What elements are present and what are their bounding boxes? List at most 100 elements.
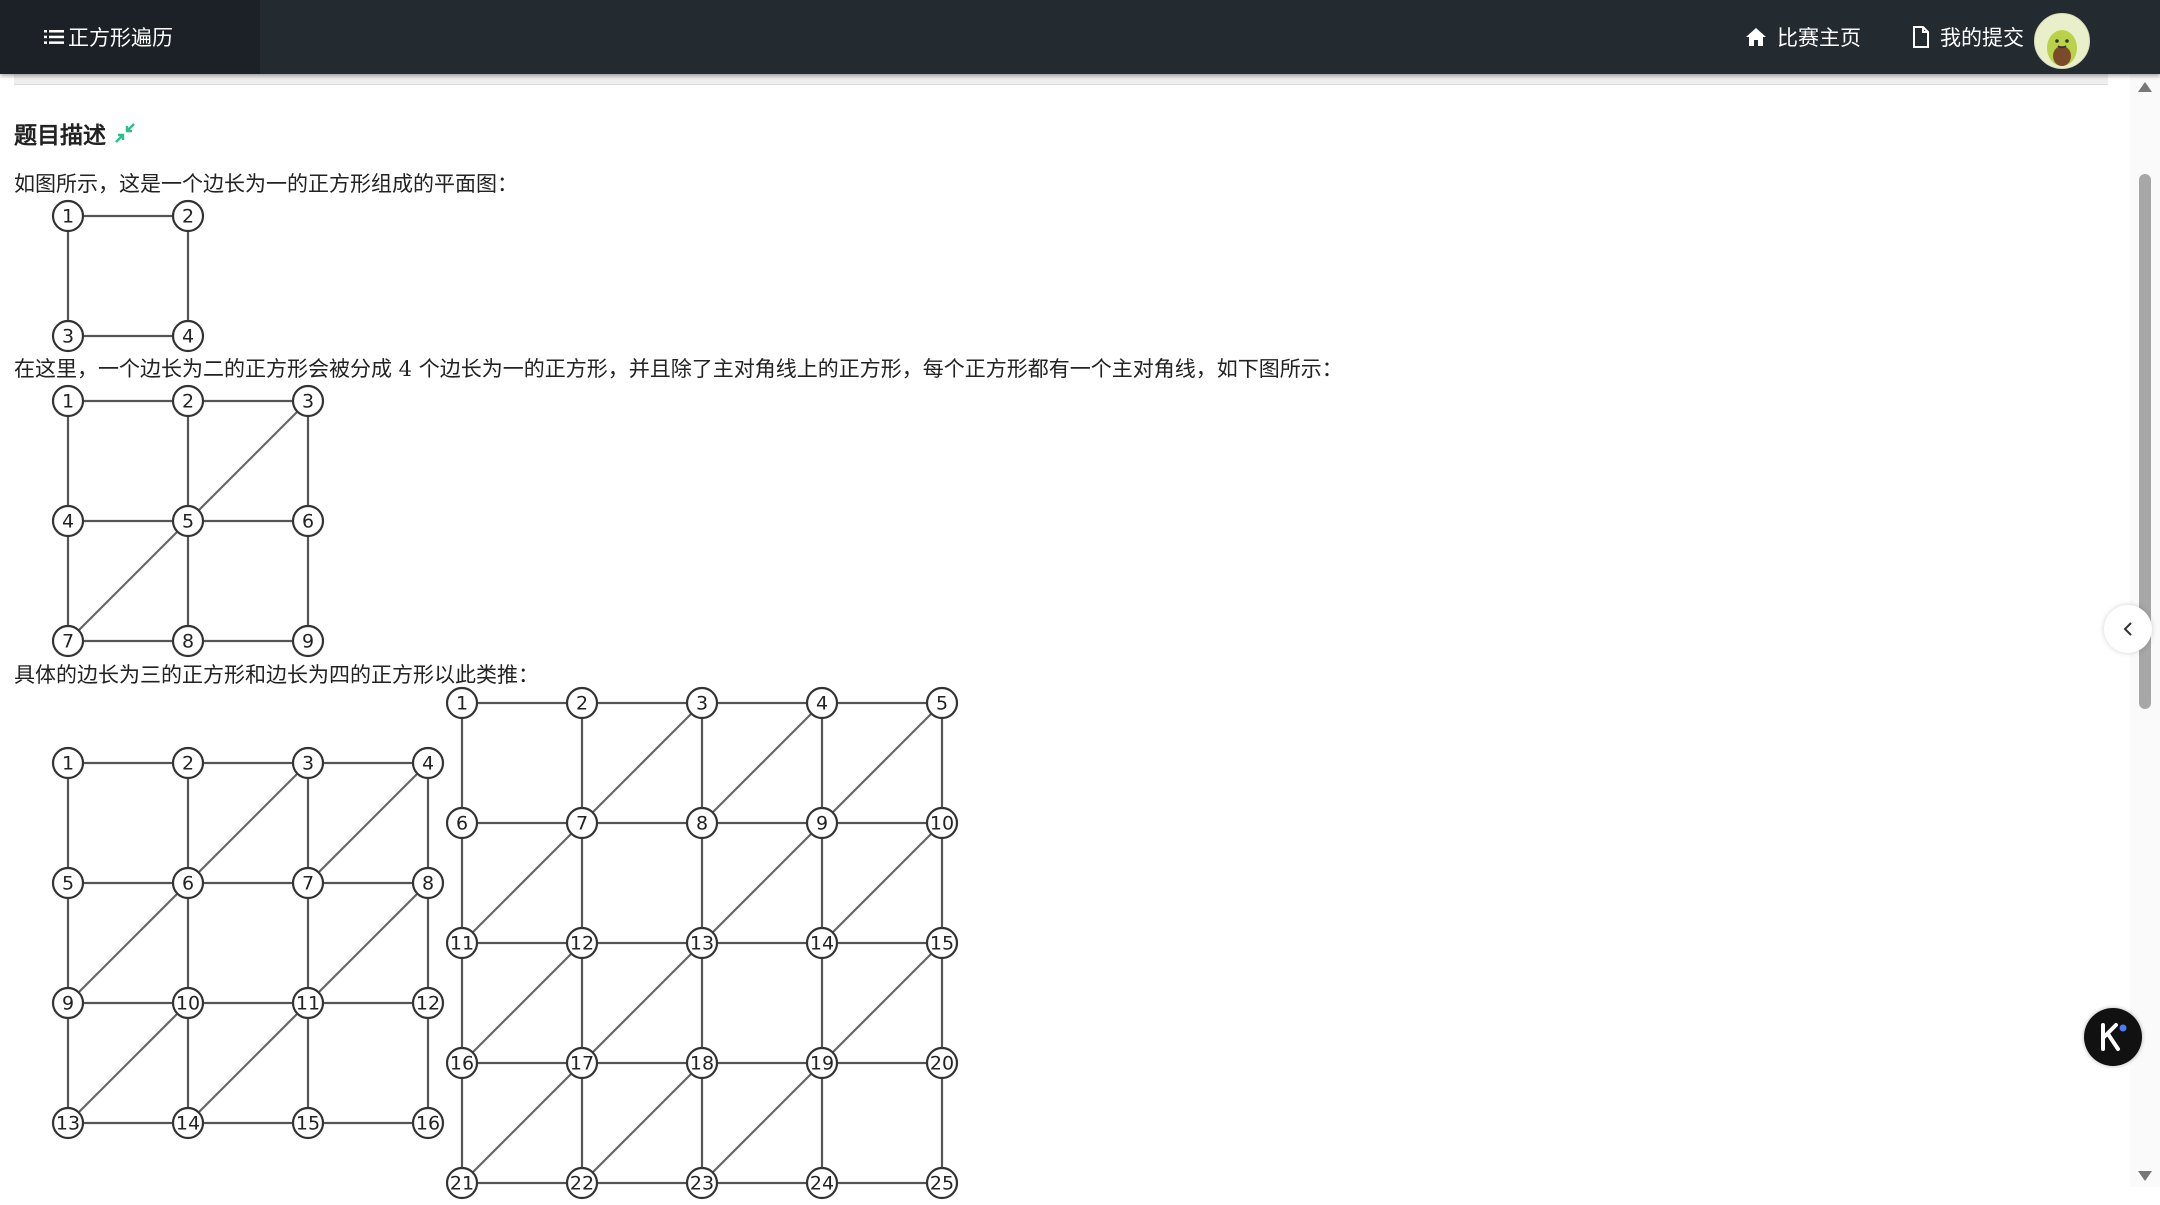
square-diagonal xyxy=(701,822,823,944)
grid-node: 1 xyxy=(445,686,479,720)
grid-node: 22 xyxy=(565,1166,599,1200)
grid-node: 15 xyxy=(925,926,959,960)
grid-node: 4 xyxy=(51,504,85,538)
nav-contest-home[interactable]: 比赛主页 xyxy=(1745,0,1861,74)
square-diagonal xyxy=(461,1062,583,1184)
node-label: 1 xyxy=(62,753,74,775)
node-label: 20 xyxy=(930,1053,954,1075)
grid-node: 11 xyxy=(291,986,325,1020)
grid-node: 9 xyxy=(51,986,85,1020)
node-label: 8 xyxy=(182,631,194,653)
grid-node: 25 xyxy=(925,1166,959,1200)
brand[interactable]: 正方形遍历 xyxy=(0,0,260,74)
square-diagonal xyxy=(67,1002,189,1124)
grid-node: 24 xyxy=(805,1166,839,1200)
figure-side-3: 1 2 3 45 6 7 89 10 11 1213 14 15 16 xyxy=(51,746,445,1140)
node-label: 7 xyxy=(302,873,314,895)
grid-node: 5 xyxy=(171,504,205,538)
node-label: 13 xyxy=(690,933,714,955)
content-top-strip xyxy=(14,74,2108,85)
grid-node: 17 xyxy=(565,1046,599,1080)
node-label: 4 xyxy=(816,693,828,715)
node-label: 9 xyxy=(302,631,314,653)
grid-node: 16 xyxy=(411,1106,445,1140)
node-label: 25 xyxy=(930,1173,954,1195)
node-label: 11 xyxy=(450,933,474,955)
grid-node: 15 xyxy=(291,1106,325,1140)
node-label: 10 xyxy=(930,813,954,835)
grid-node: 14 xyxy=(171,1106,205,1140)
node-label: 18 xyxy=(690,1053,714,1075)
node-label: 8 xyxy=(696,813,708,835)
node-label: 4 xyxy=(422,753,434,775)
node-label: 2 xyxy=(182,753,194,775)
grid-node: 6 xyxy=(291,504,325,538)
grid-node: 1 xyxy=(51,199,85,233)
grid-node: 2 xyxy=(171,746,205,780)
grid-node: 1 xyxy=(51,384,85,418)
node-label: 4 xyxy=(62,511,74,533)
node-label: 13 xyxy=(56,1113,80,1135)
k-assistant-button[interactable] xyxy=(2084,1008,2142,1066)
node-label: 2 xyxy=(182,206,194,228)
node-label: 19 xyxy=(810,1053,834,1075)
square-diagonal xyxy=(67,520,189,642)
node-label: 4 xyxy=(182,326,194,348)
node-label: 12 xyxy=(570,933,594,955)
grid-node: 3 xyxy=(685,686,719,720)
grid-node: 5 xyxy=(925,686,959,720)
grid-node: 2 xyxy=(565,686,599,720)
node-label: 23 xyxy=(690,1173,714,1195)
node-label: 21 xyxy=(450,1173,474,1195)
node-label: 17 xyxy=(570,1053,594,1075)
node-label: 1 xyxy=(62,391,74,413)
grid-node: 20 xyxy=(925,1046,959,1080)
node-label: 7 xyxy=(576,813,588,835)
node-label: 1 xyxy=(62,206,74,228)
grid-node: 6 xyxy=(171,866,205,900)
grid-node: 13 xyxy=(685,926,719,960)
nav-my-submissions[interactable]: 我的提交 xyxy=(1912,0,2024,74)
grid-node: 13 xyxy=(51,1106,85,1140)
scroll-down-arrow[interactable] xyxy=(2138,1171,2152,1181)
node-label: 14 xyxy=(810,933,834,955)
avatar-image xyxy=(2047,30,2077,66)
node-label: 6 xyxy=(456,813,468,835)
square-diagonal xyxy=(821,822,943,944)
figure-side-1: 1 2 3 4 xyxy=(51,199,205,353)
grid-node: 18 xyxy=(685,1046,719,1080)
node-label: 16 xyxy=(416,1113,440,1135)
figure-side-4: 1 2 3 4 56 7 8 9 1011 12 13 14 1516 17 18 19 2021 22 23 24 2… xyxy=(445,686,959,1200)
grid-node: 8 xyxy=(171,624,205,658)
figure-side-2: 1 2 3 4 5 6 7 8 9 xyxy=(51,384,325,658)
node-label: 15 xyxy=(930,933,954,955)
grid-node: 23 xyxy=(685,1166,719,1200)
home-icon xyxy=(1746,28,1766,46)
node-label: 3 xyxy=(696,693,708,715)
node-label: 14 xyxy=(176,1113,200,1135)
square-diagonal xyxy=(307,762,429,884)
node-label: 12 xyxy=(416,993,440,1015)
collapse-arrows-icon[interactable] xyxy=(114,122,136,144)
top-navbar: 正方形遍历 比赛主页 我的提交 xyxy=(0,0,2160,74)
nav-label: 我的提交 xyxy=(1940,26,2024,50)
grid-node: 6 xyxy=(445,806,479,840)
problem-paragraph-2: 在这里，一个边长为二的正方形会被分成 4 个边长为一的正方形，并且除了主对角线上… xyxy=(14,357,1343,381)
node-label: 11 xyxy=(296,993,320,1015)
scroll-up-arrow[interactable] xyxy=(2138,82,2152,92)
grid-node: 7 xyxy=(565,806,599,840)
grid-node: 3 xyxy=(291,384,325,418)
nav-label: 比赛主页 xyxy=(1777,26,1861,50)
node-label: 2 xyxy=(576,693,588,715)
grid-node: 3 xyxy=(291,746,325,780)
side-panel-toggle[interactable] xyxy=(2104,605,2152,653)
grid-node: 7 xyxy=(291,866,325,900)
node-label: 3 xyxy=(62,326,74,348)
square-diagonal xyxy=(581,702,703,824)
list-icon xyxy=(44,30,64,44)
user-avatar[interactable] xyxy=(2034,13,2090,69)
grid-node: 16 xyxy=(445,1046,479,1080)
node-label: 9 xyxy=(62,993,74,1015)
brand-title: 正方形遍历 xyxy=(68,26,173,50)
grid-node: 10 xyxy=(171,986,205,1020)
